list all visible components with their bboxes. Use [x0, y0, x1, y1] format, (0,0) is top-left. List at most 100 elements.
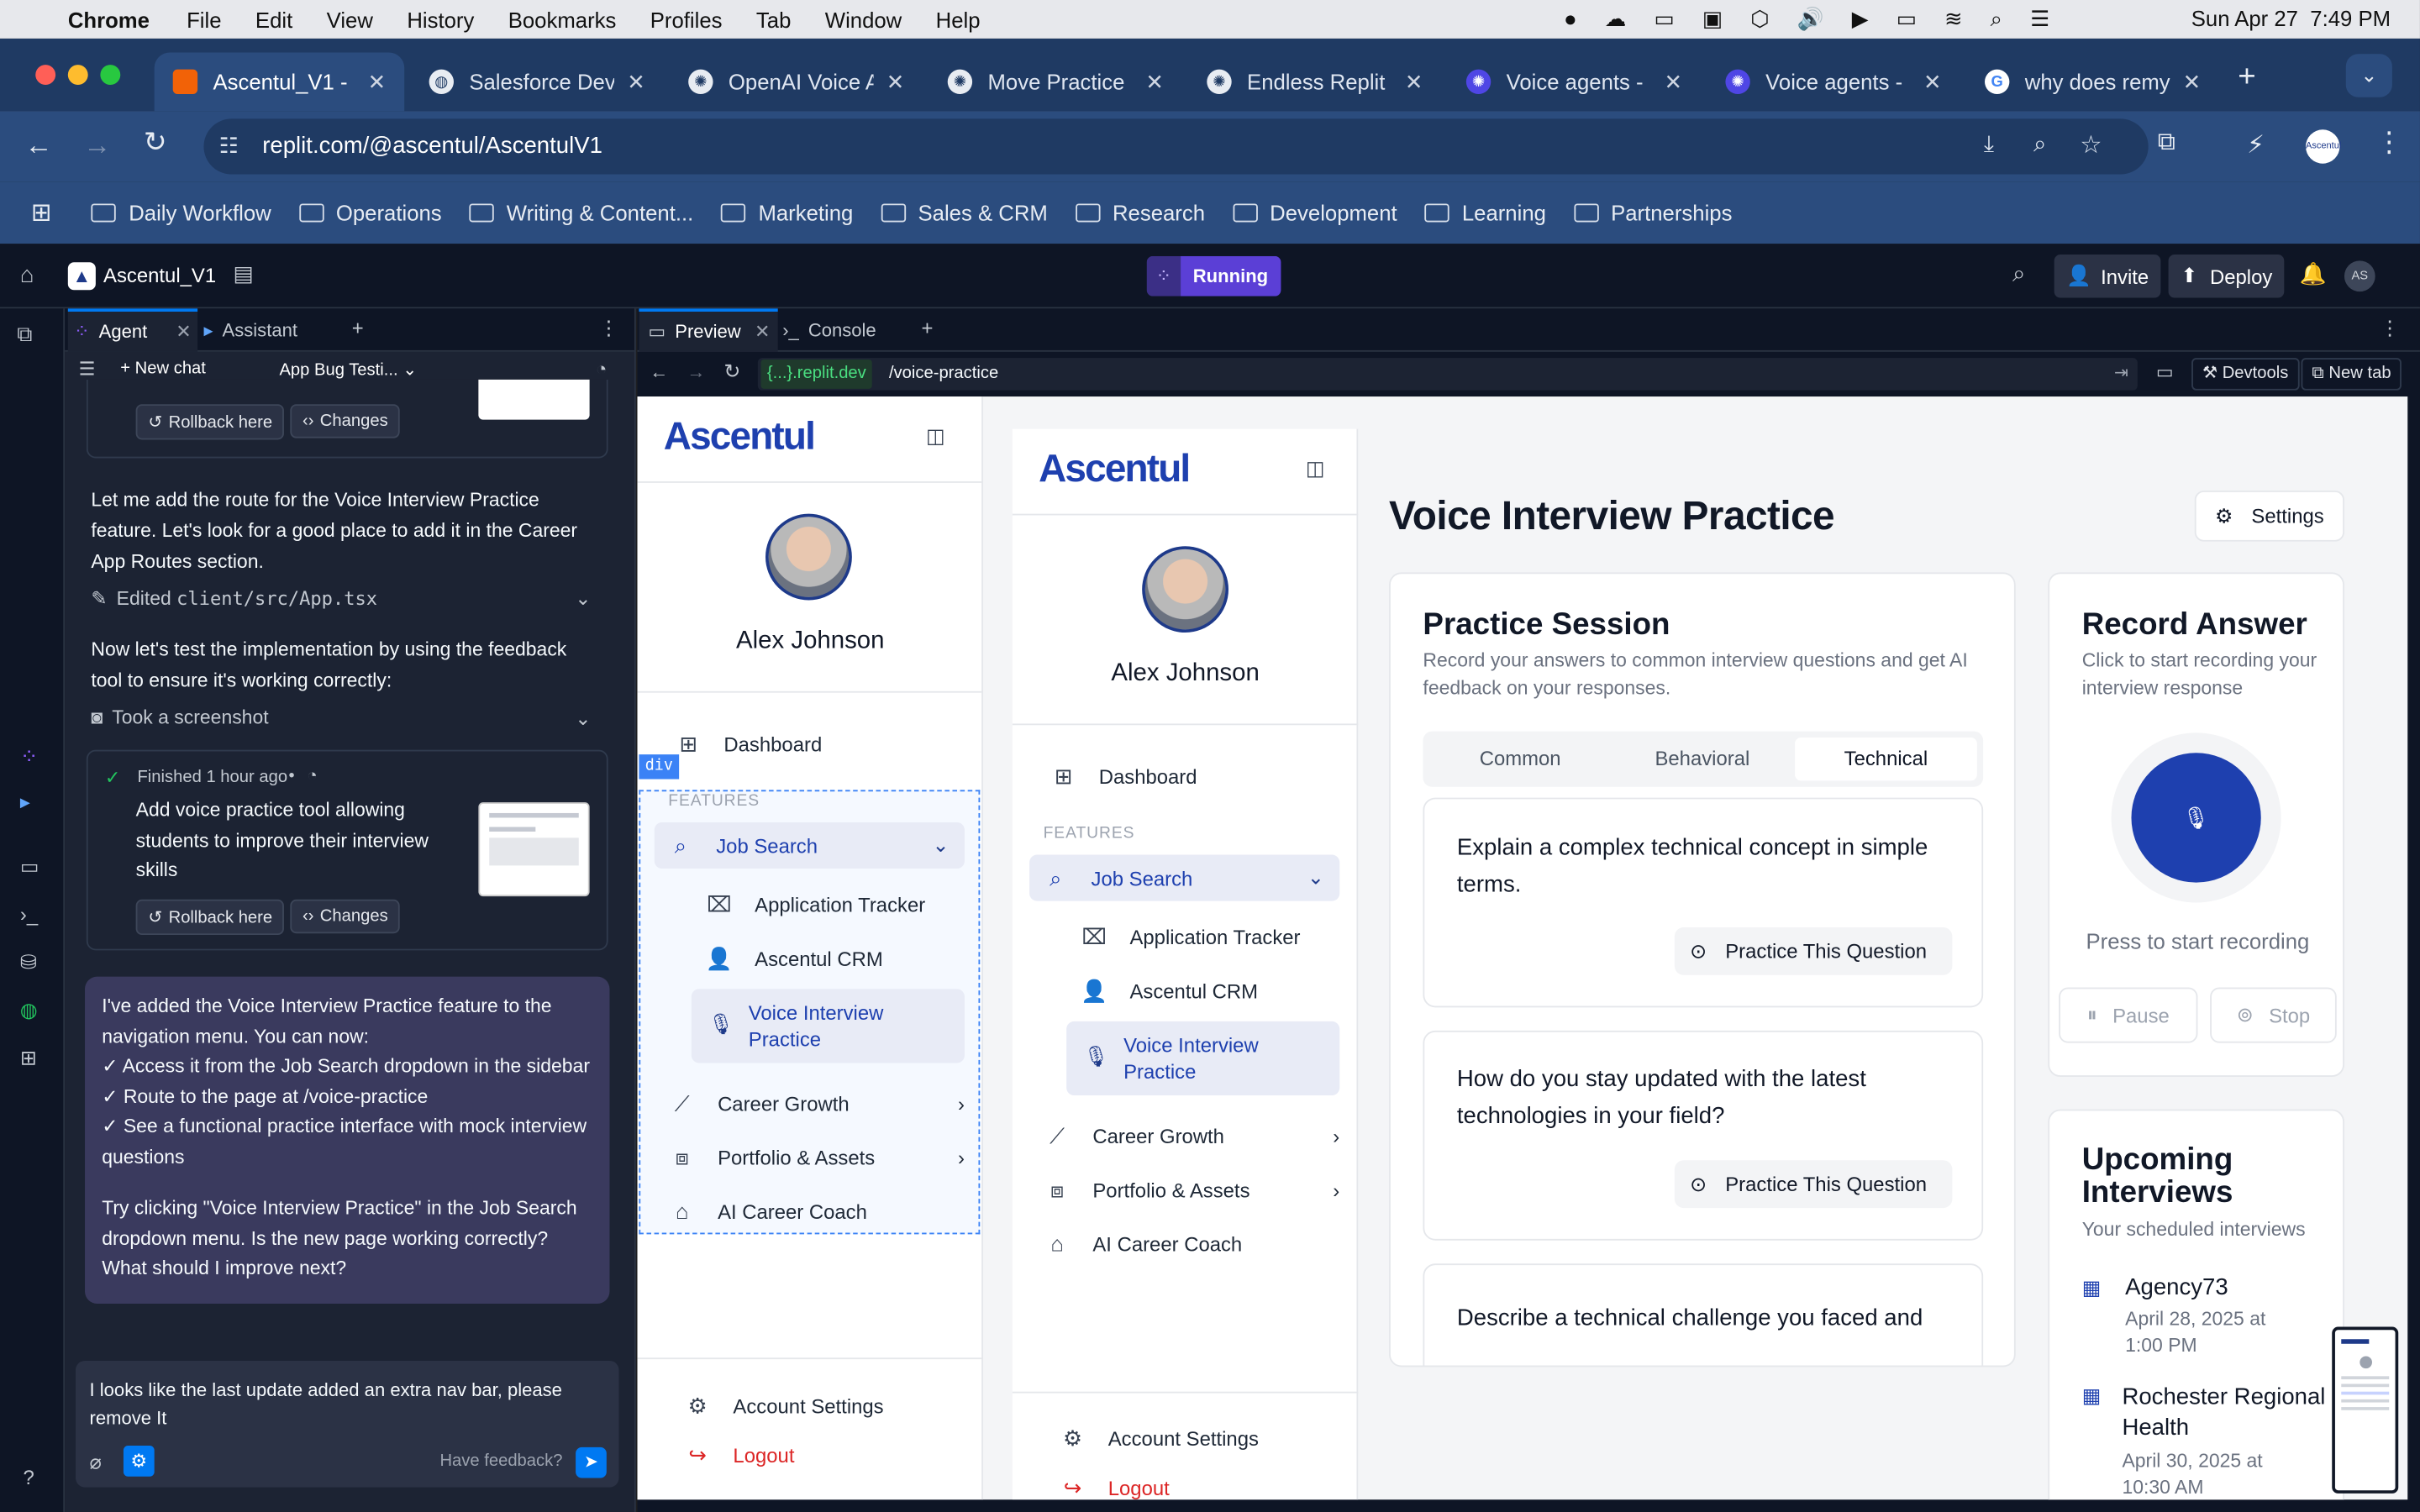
browser-tab[interactable]: ✺ Endless Replit ✕ — [1188, 52, 1441, 111]
menu-view[interactable]: View — [327, 7, 373, 31]
bookmark-folder[interactable]: Research — [1075, 201, 1205, 225]
sidebar-toggle-icon[interactable]: ◫ — [926, 424, 945, 449]
menu-window[interactable]: Window — [825, 7, 902, 31]
close-tab-icon[interactable]: ✕ — [1923, 69, 1942, 95]
control-center-icon[interactable]: ☰ — [2030, 6, 2049, 32]
browser-tab[interactable]: ◍ Salesforce Dev ✕ — [411, 52, 664, 111]
screen-icon[interactable]: ▭ — [1654, 6, 1674, 32]
address-bar[interactable]: ☷ replit.com/@ascentul/AscentulV1 ⤓ ⌕ ☆ — [203, 118, 2149, 175]
display-icon[interactable]: ▣ — [1702, 6, 1723, 32]
sidebar-item-dashboard[interactable]: ⊞ Dashboard — [1050, 762, 1197, 790]
shield-icon[interactable]: ⬡ — [1750, 6, 1769, 32]
add-tab-icon[interactable]: + — [922, 317, 934, 340]
maximize-window-button[interactable] — [100, 65, 121, 86]
attach-icon[interactable]: ⌀ — [90, 1450, 102, 1474]
sidebar-item-job-search[interactable]: ⌕ Job Search ⌄ — [654, 822, 965, 869]
practice-question-button[interactable]: ⊙ Practice This Question — [1674, 1160, 1953, 1209]
devtools-button[interactable]: ⚒ Devtools — [2191, 358, 2300, 391]
more-icon[interactable]: ⋮ — [2380, 317, 2400, 341]
extensions-icon[interactable]: ⧉ — [2158, 129, 2175, 157]
sidebar-item-application-tracker[interactable]: ⌧ Application Tracker — [705, 890, 925, 918]
forward-icon[interactable]: → — [687, 361, 705, 383]
bookmark-folder[interactable]: Writing & Content... — [469, 201, 693, 225]
back-icon[interactable]: ← — [650, 361, 668, 383]
close-tab-icon[interactable]: ✕ — [627, 69, 645, 95]
menu-profiles[interactable]: Profiles — [650, 7, 723, 31]
send-button[interactable]: ➤ — [576, 1446, 607, 1478]
bookmark-folder[interactable]: Partnerships — [1574, 201, 1732, 225]
browser-tab[interactable]: ✺ Voice agents - ✕ — [1448, 52, 1701, 111]
gauge-icon[interactable]: ◔ — [308, 767, 318, 785]
help-icon[interactable]: ? — [24, 1466, 34, 1489]
tab-preview[interactable]: ▭ Preview ✕ — [639, 308, 778, 352]
site-info-icon[interactable]: ☷ — [219, 133, 239, 159]
browser-tab[interactable]: ✺ Voice agents - ✕ — [1707, 52, 1960, 111]
sidebar-item-crm[interactable]: 👤 Ascentul CRM — [1081, 977, 1258, 1005]
menu-help[interactable]: Help — [936, 7, 981, 31]
sidebar-item-crm[interactable]: 👤 Ascentul CRM — [705, 944, 883, 972]
close-tab-icon[interactable]: ✕ — [1145, 69, 1164, 95]
browser-tab[interactable]: Ascentul_V1 - ✕ — [154, 52, 405, 112]
open-arrow-icon[interactable]: ⇥ — [2114, 363, 2128, 382]
bookmark-folder[interactable]: Learning — [1424, 201, 1546, 225]
extension-icon[interactable]: ⚡ — [2247, 129, 2265, 160]
close-tab-icon[interactable]: ✕ — [2183, 69, 2202, 95]
avatar[interactable]: AS — [2344, 260, 2375, 292]
battery-icon[interactable]: ▭ — [1897, 6, 1917, 32]
tab-common[interactable]: Common — [1429, 738, 1612, 780]
close-tab-icon[interactable]: ✕ — [755, 321, 770, 343]
agent-icon[interactable]: ⁘ — [20, 743, 39, 769]
sidebar-item-voice-practice[interactable]: 🎙 Voice Interview Practice — [1066, 1021, 1340, 1096]
chrome-menu-icon[interactable]: ⋮ — [2375, 127, 2403, 160]
menu-app-name[interactable]: Chrome — [68, 7, 150, 31]
menu-bookmarks[interactable]: Bookmarks — [508, 7, 617, 31]
settings-button[interactable]: ⚙ Settings — [2194, 491, 2344, 542]
console-icon[interactable]: ›_ — [20, 902, 38, 926]
feedback-link[interactable]: Have feedback? — [439, 1452, 562, 1470]
thread-select[interactable]: App Bug Testi... ⌄ — [279, 360, 417, 380]
screenshot-thumbnail[interactable] — [478, 802, 590, 897]
globe-icon[interactable]: ◍ — [20, 998, 38, 1022]
close-tab-icon[interactable]: ✕ — [176, 321, 191, 343]
record-button[interactable]: 🎙 — [2131, 753, 2261, 883]
sidebar-item-dashboard[interactable]: ⊞ Dashboard — [675, 730, 822, 758]
close-tab-icon[interactable]: ✕ — [886, 69, 905, 95]
browser-tab[interactable]: ✺ Move Practice ✕ — [929, 52, 1182, 111]
sidebar-toggle-icon[interactable]: ◫ — [1306, 457, 1325, 481]
tab-assistant[interactable]: ▸ Assistant — [203, 308, 297, 351]
new-tab-button[interactable]: + — [2238, 60, 2255, 96]
logout-link[interactable]: ↪ Logout — [1059, 1473, 1170, 1499]
preview-icon[interactable]: ▭ — [20, 855, 39, 879]
sidebar-item-ai-coach[interactable]: ⌂ AI Career Coach — [668, 1197, 867, 1225]
tab-console[interactable]: ›_ Console — [782, 308, 876, 351]
page-thumbnail-preview[interactable] — [2332, 1326, 2399, 1494]
sidebar-item-career-growth[interactable]: ⟋ Career Growth › — [668, 1089, 965, 1117]
cloud-icon[interactable]: ☁ — [1605, 6, 1627, 32]
home-icon[interactable]: ⌂ — [20, 262, 34, 288]
bookmark-folder[interactable]: Operations — [298, 201, 442, 225]
browser-tab[interactable]: Gwhy does remy ✕ — [1966, 52, 2219, 111]
changes-button[interactable]: ‹› Changes — [290, 404, 401, 438]
volume-icon[interactable]: 🔊 — [1797, 6, 1824, 32]
menu-edit[interactable]: Edit — [255, 7, 292, 31]
bookmark-star-icon[interactable]: ☆ — [2080, 129, 2102, 160]
bookmark-folder[interactable]: Sales & CRM — [881, 201, 1048, 225]
chat-input-box[interactable]: I looks like the last update added an ex… — [75, 1360, 619, 1488]
tab-search-button[interactable]: ⌄ — [2345, 54, 2392, 97]
add-tab-icon[interactable]: + — [352, 317, 364, 340]
close-window-button[interactable] — [35, 65, 56, 86]
brand-logo[interactable]: Ascentul — [664, 415, 816, 459]
brand-logo[interactable]: Ascentul — [1039, 448, 1191, 492]
bell-icon[interactable]: 🔔 — [2300, 260, 2327, 286]
sidebar-item-portfolio[interactable]: ⧈ Portfolio & Assets › — [668, 1143, 965, 1171]
sidebar-item-portfolio[interactable]: ⧈ Portfolio & Assets › — [1044, 1176, 1339, 1204]
bookmark-folder[interactable]: Daily Workflow — [92, 201, 271, 225]
account-settings-link[interactable]: ⚙ Account Settings — [1059, 1424, 1259, 1452]
chat-input[interactable]: I looks like the last update added an ex… — [90, 1376, 584, 1431]
close-tab-icon[interactable]: ✕ — [368, 69, 387, 95]
list-icon[interactable]: ☰ — [79, 358, 96, 380]
screenshot-row[interactable]: ◙ Took a screenshot ⌄ — [91, 706, 600, 730]
sidebar-item-career-growth[interactable]: ⟋ Career Growth › — [1044, 1121, 1339, 1149]
close-tab-icon[interactable]: ✕ — [1405, 69, 1423, 95]
chevron-down-icon[interactable]: ⌄ — [575, 586, 591, 610]
